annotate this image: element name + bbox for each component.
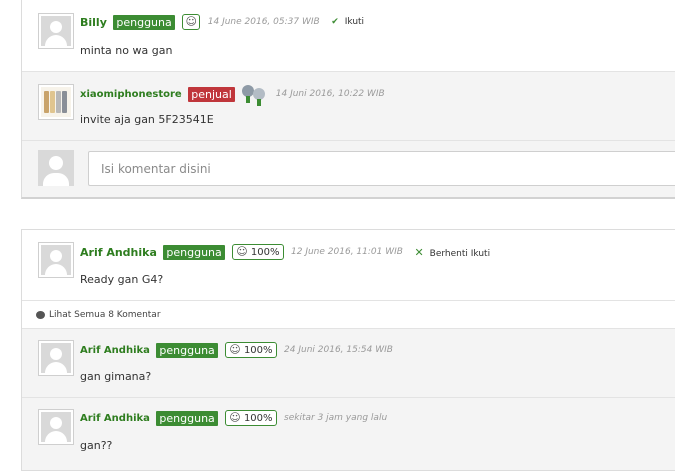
comment-input[interactable]: Isi komentar disini <box>88 151 675 186</box>
reply-item: Arif Andhika pengguna ☺ 100% sekitar 3 j… <box>22 398 675 470</box>
username-link[interactable]: Billy <box>80 16 107 29</box>
role-badge: pengguna <box>156 410 218 426</box>
comment-timestamp: 24 Juni 2016, 15:54 WIB <box>284 345 393 355</box>
role-badge: penjual <box>188 86 235 102</box>
rating-badge: ☺ 100% <box>225 410 277 426</box>
view-all-comments-link[interactable]: Lihat Semua 8 Komentar <box>36 310 161 320</box>
avatar[interactable] <box>38 242 74 278</box>
avatar[interactable] <box>38 340 74 376</box>
comment-meta: Arif Andhika pengguna ☺ 100% sekitar 3 j… <box>80 410 395 428</box>
comment-timestamp: 12 June 2016, 11:01 WIB <box>291 247 403 257</box>
comment-timestamp: 14 Juni 2016, 10:22 WIB <box>275 89 385 99</box>
reply-item: xiaomiphonestore penjual 14 Juni 2016, 1… <box>22 72 675 140</box>
comment-form: Isi komentar disini <box>22 141 675 197</box>
rating-badge: ☺ 100% <box>232 244 284 260</box>
comment-meta: Arif Andhika pengguna ☺ 100% 12 June 201… <box>80 244 490 262</box>
comment-text: minta no wa gan <box>80 44 173 57</box>
rating-value: 100% <box>250 247 280 258</box>
smiley-icon: ☺ <box>185 15 197 28</box>
check-icon: ✔ <box>331 17 339 27</box>
comment-timestamp: sekitar 3 jam yang lalu <box>284 413 388 423</box>
comment-text: gan?? <box>80 439 113 452</box>
rating-value: 100% <box>243 413 273 424</box>
username-link[interactable]: xiaomiphonestore <box>80 89 182 100</box>
reply-item: Arif Andhika pengguna ☺ 100% 24 Juni 201… <box>22 329 675 397</box>
unfollow-button[interactable]: ✕ Berhenti Ikuti <box>414 246 490 259</box>
comment-text: gan gimana? <box>80 370 152 383</box>
username-link[interactable]: Arif Andhika <box>80 246 157 259</box>
comment-item: Billy pengguna ☺ 14 June 2016, 05:37 WIB… <box>22 0 675 72</box>
comment-thread-1: Billy pengguna ☺ 14 June 2016, 05:37 WIB… <box>21 0 675 199</box>
comment-meta: Arif Andhika pengguna ☺ 100% 24 Juni 201… <box>80 342 401 360</box>
comment-item: Arif Andhika pengguna ☺ 100% 12 June 201… <box>22 230 675 300</box>
smiley-icon: ☺ <box>229 343 241 356</box>
avatar[interactable] <box>38 409 74 445</box>
seller-medal-icon <box>242 85 268 106</box>
divider <box>22 300 675 301</box>
comment-text: Ready gan G4? <box>80 273 164 286</box>
follow-label: Ikuti <box>344 17 365 27</box>
x-icon: ✕ <box>414 245 424 259</box>
comment-bubble-icon <box>36 310 45 319</box>
role-badge: pengguna <box>156 342 218 358</box>
current-user-avatar <box>38 150 74 186</box>
comment-text: invite aja gan 5F23541E <box>80 113 214 126</box>
follow-button[interactable]: ✔ Ikuti <box>331 17 364 27</box>
comment-timestamp: 14 June 2016, 05:37 WIB <box>207 17 320 27</box>
rating-badge: ☺ 100% <box>225 342 277 358</box>
avatar[interactable] <box>38 13 74 49</box>
comment-thread-2: Arif Andhika pengguna ☺ 100% 12 June 201… <box>21 229 675 471</box>
rating-value: 100% <box>243 345 273 356</box>
role-badge: pengguna <box>113 14 175 30</box>
comment-meta: xiaomiphonestore penjual 14 Juni 2016, 1… <box>80 85 393 106</box>
comment-meta: Billy pengguna ☺ 14 June 2016, 05:37 WIB… <box>80 14 364 32</box>
comment-input-placeholder: Isi komentar disini <box>101 162 211 176</box>
avatar[interactable] <box>38 84 74 120</box>
username-link[interactable]: Arif Andhika <box>80 345 150 356</box>
smiley-icon: ☺ <box>236 245 248 258</box>
view-all-label: Lihat Semua 8 Komentar <box>49 310 161 320</box>
unfollow-label: Berhenti Ikuti <box>429 248 491 259</box>
smiley-icon: ☺ <box>229 411 241 424</box>
role-badge: pengguna <box>163 244 225 260</box>
rating-badge: ☺ <box>182 14 201 30</box>
store-avatar-image <box>41 87 71 117</box>
username-link[interactable]: Arif Andhika <box>80 413 150 424</box>
